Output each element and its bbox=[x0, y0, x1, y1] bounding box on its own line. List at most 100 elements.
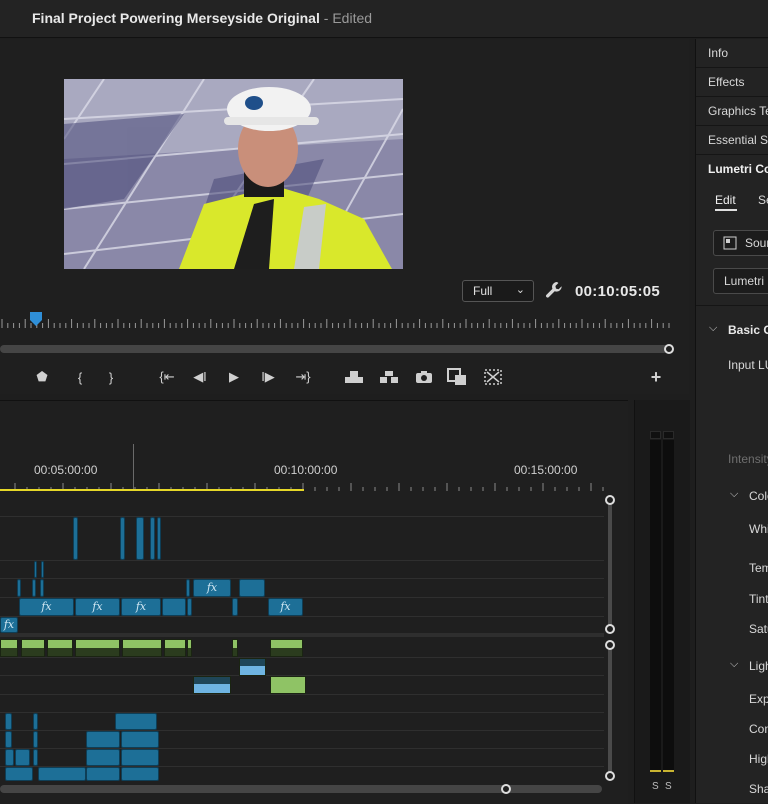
scroll-handle-bottom[interactable] bbox=[605, 624, 615, 634]
audio-clip[interactable] bbox=[86, 731, 120, 748]
video-clip[interactable] bbox=[120, 517, 125, 560]
lumetri-effect-select[interactable]: Lumetri Color bbox=[713, 268, 768, 294]
tab-essential-sound[interactable]: Essential Sound bbox=[696, 126, 768, 155]
audio-clip[interactable] bbox=[15, 749, 30, 766]
audio-clip[interactable] bbox=[270, 676, 306, 694]
video-clip[interactable] bbox=[187, 598, 192, 616]
audio-clip[interactable] bbox=[121, 731, 159, 748]
audio-clip[interactable] bbox=[75, 639, 120, 657]
source-select[interactable]: Source bbox=[713, 230, 768, 256]
program-zoom-handle[interactable] bbox=[664, 344, 674, 354]
tab-effects[interactable]: Effects bbox=[696, 68, 768, 97]
basic-correction-header[interactable]: Basic Correction bbox=[728, 323, 768, 337]
audio-tracks-scrollbar[interactable] bbox=[608, 645, 612, 775]
audio-clip[interactable] bbox=[5, 731, 12, 748]
audio-clip[interactable] bbox=[121, 767, 159, 781]
video-clip-with-effect[interactable]: fx bbox=[193, 579, 231, 597]
video-clip[interactable] bbox=[32, 579, 36, 597]
meter-clip-indicator-right[interactable] bbox=[663, 431, 674, 439]
video-clip[interactable] bbox=[34, 561, 37, 578]
scroll-handle-top[interactable] bbox=[605, 495, 615, 505]
video-clip[interactable] bbox=[239, 579, 265, 597]
add-button[interactable]: + bbox=[646, 367, 666, 387]
audio-clip[interactable] bbox=[122, 639, 162, 657]
extract-button[interactable] bbox=[379, 367, 399, 387]
tab-graphics-templates[interactable]: Graphics Templates bbox=[696, 97, 768, 126]
subtab-edit[interactable]: Edit bbox=[715, 193, 736, 207]
audio-clip[interactable] bbox=[121, 749, 159, 766]
step-back-button[interactable]: ◀I bbox=[190, 367, 210, 387]
audio-clip[interactable] bbox=[33, 731, 38, 748]
audio-clip[interactable] bbox=[86, 749, 120, 766]
playhead-marker[interactable] bbox=[30, 312, 42, 326]
video-clip-with-effect[interactable]: fx bbox=[121, 598, 161, 616]
playhead-timecode[interactable]: 00:10:05:05 bbox=[575, 283, 660, 300]
chevron-down-icon[interactable]: ⌵ bbox=[730, 488, 738, 501]
comparison-view-button[interactable] bbox=[447, 367, 467, 387]
video-clip[interactable] bbox=[186, 579, 190, 597]
audio-clip[interactable] bbox=[21, 639, 45, 657]
audio-clip[interactable] bbox=[187, 639, 192, 657]
audio-clip[interactable] bbox=[0, 639, 18, 657]
go-to-out-button[interactable]: ⇥} bbox=[292, 367, 314, 387]
light-section-header[interactable]: Light bbox=[749, 659, 768, 673]
program-zoom-scrollbar[interactable] bbox=[0, 345, 668, 353]
video-clip[interactable] bbox=[41, 561, 44, 578]
program-time-ruler[interactable] bbox=[0, 312, 672, 330]
tab-info[interactable]: Info bbox=[696, 39, 768, 68]
color-section-header[interactable]: Color bbox=[749, 489, 768, 503]
scroll-handle-bottom[interactable] bbox=[605, 771, 615, 781]
mark-in-button[interactable]: { bbox=[70, 367, 90, 387]
audio-clip[interactable] bbox=[5, 713, 12, 730]
chevron-down-icon[interactable]: ⌵ bbox=[730, 658, 738, 671]
audio-clip[interactable] bbox=[232, 639, 238, 657]
audio-clip[interactable] bbox=[33, 749, 38, 766]
audio-clip[interactable] bbox=[270, 639, 303, 657]
play-button[interactable]: ▶ bbox=[224, 367, 244, 387]
video-clip[interactable] bbox=[17, 579, 21, 597]
video-clip[interactable] bbox=[40, 579, 44, 597]
audio-clip[interactable] bbox=[86, 767, 120, 781]
video-audio-divider[interactable] bbox=[0, 633, 604, 637]
chevron-down-icon[interactable]: ⌵ bbox=[709, 322, 717, 335]
video-clip-with-effect[interactable]: fx bbox=[0, 617, 18, 633]
meter-clip-indicator-left[interactable] bbox=[650, 431, 661, 439]
audio-clip[interactable] bbox=[47, 639, 73, 657]
audio-clip[interactable] bbox=[115, 713, 157, 730]
video-preview[interactable] bbox=[64, 79, 403, 269]
audio-clip[interactable] bbox=[5, 749, 14, 766]
step-forward-button[interactable]: I▶ bbox=[258, 367, 278, 387]
settings-wrench-icon[interactable] bbox=[544, 280, 564, 300]
export-frame-button[interactable] bbox=[414, 367, 434, 387]
work-area-bar[interactable] bbox=[0, 489, 304, 491]
audio-clip[interactable] bbox=[33, 713, 38, 730]
video-clip-with-effect[interactable]: fx bbox=[19, 598, 74, 616]
scroll-handle-top[interactable] bbox=[605, 640, 615, 650]
solo-left-button[interactable]: S bbox=[652, 781, 659, 792]
tab-lumetri-color[interactable]: Lumetri Color bbox=[696, 155, 768, 183]
solo-right-button[interactable]: S bbox=[665, 781, 672, 792]
audio-clip[interactable] bbox=[193, 676, 231, 694]
go-to-in-button[interactable]: {⇤ bbox=[156, 367, 178, 387]
video-clip-with-effect[interactable]: fx bbox=[268, 598, 303, 616]
video-clip[interactable] bbox=[162, 598, 186, 616]
video-clip-with-effect[interactable]: fx bbox=[75, 598, 120, 616]
video-tracks-scrollbar[interactable] bbox=[608, 500, 612, 628]
audio-clip[interactable] bbox=[239, 658, 266, 676]
audio-clip[interactable] bbox=[164, 639, 186, 657]
mark-out-button[interactable]: } bbox=[101, 367, 121, 387]
video-clip[interactable] bbox=[157, 517, 161, 560]
vr-video-button[interactable] bbox=[483, 367, 503, 387]
timeline-zoom-handle[interactable] bbox=[501, 784, 511, 794]
add-marker-button[interactable]: ⬟ bbox=[32, 367, 52, 387]
video-clip[interactable] bbox=[150, 517, 155, 560]
audio-clip[interactable] bbox=[5, 767, 33, 781]
audio-clip[interactable] bbox=[38, 767, 86, 781]
playback-resolution-select[interactable]: Full ⌄ bbox=[462, 280, 534, 302]
timeline-horizontal-scrollbar[interactable] bbox=[0, 785, 602, 793]
video-clip[interactable] bbox=[232, 598, 238, 616]
subtab-settings[interactable]: Settings bbox=[758, 193, 768, 207]
video-clip[interactable] bbox=[136, 517, 144, 560]
lift-button[interactable] bbox=[344, 367, 364, 387]
video-clip[interactable] bbox=[73, 517, 78, 560]
